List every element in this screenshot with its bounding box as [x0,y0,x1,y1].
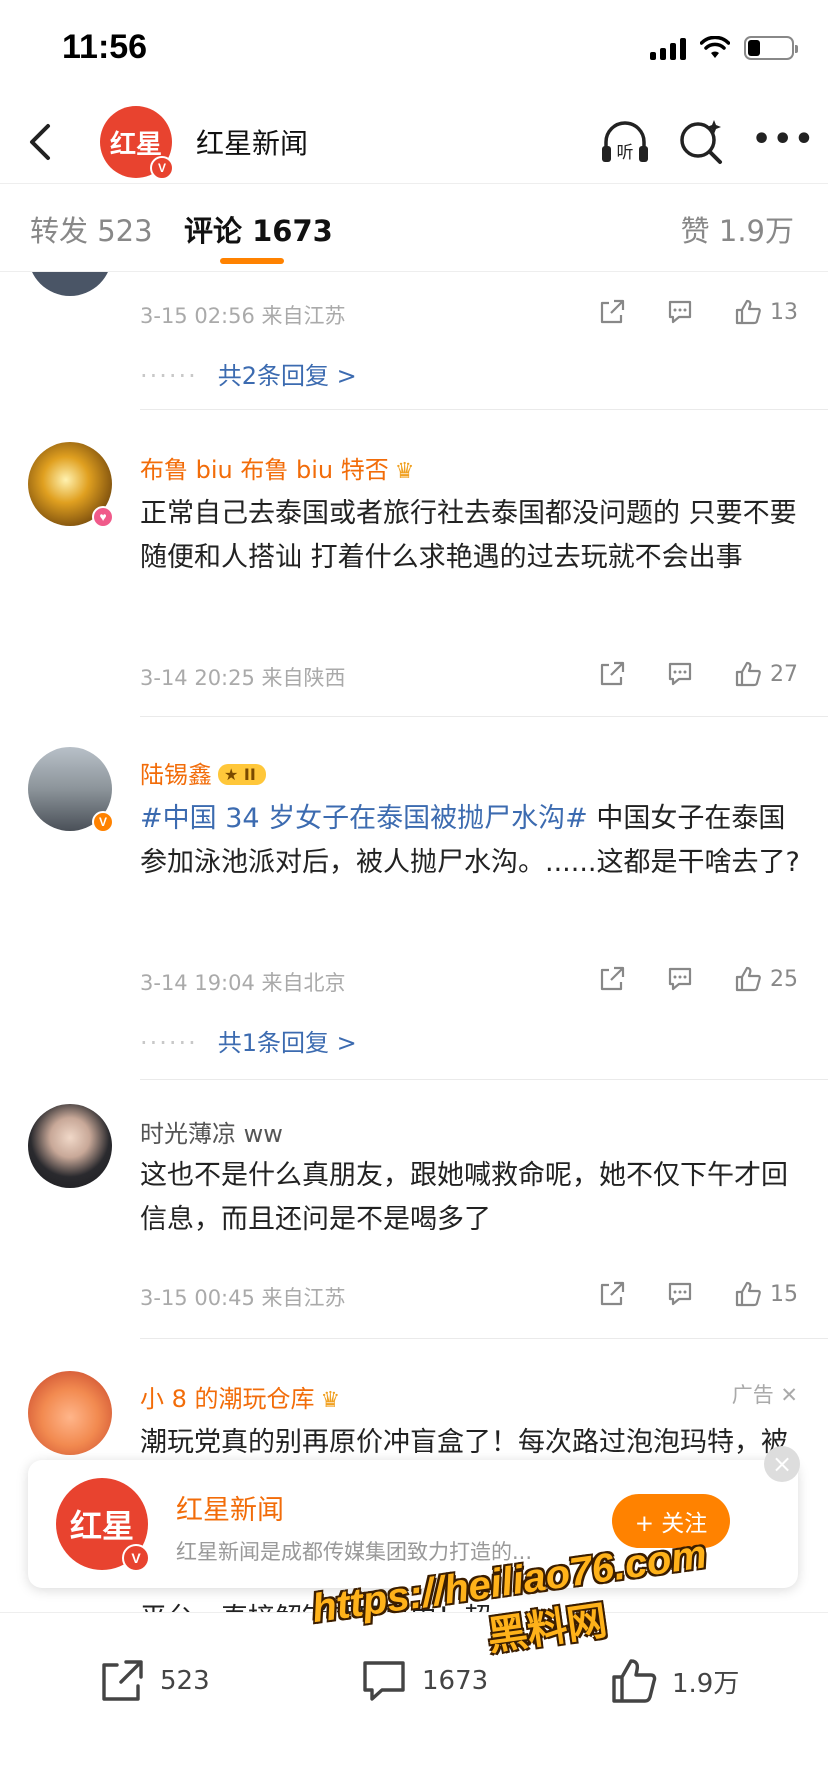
view-replies-link[interactable]: ······ 共2条回复 > [140,356,357,391]
avatar[interactable] [28,272,112,296]
close-icon[interactable]: × [764,1446,800,1482]
close-icon[interactable]: ✕ [780,1383,798,1407]
svg-text:听: 听 [617,143,634,163]
divider [140,1079,828,1080]
comment-icon[interactable] [666,965,694,993]
view-replies-link[interactable]: ······ 共1条回复 > [140,1023,357,1058]
share-icon[interactable] [598,1280,626,1308]
battery-icon [744,36,798,60]
crown-icon: ♛ [394,459,415,484]
comment-icon[interactable] [666,298,694,326]
tab-comment[interactable]: 评论 1673 [184,208,333,250]
repost-count: 523 [160,1666,210,1696]
topic-link[interactable]: #中国 34 岁女子在泰国被抛尸水沟# [140,803,588,834]
replies-label: 共2条回复 > [217,362,357,390]
ad-label-text: 广告 [731,1383,774,1407]
account-name[interactable]: 红星新闻 [196,122,308,162]
bottom-action-bar: 523 1673 1.9万 [0,1612,828,1792]
reply-dots: ······ [140,362,198,390]
follow-card[interactable]: 红星 V 红星新闻 红星新闻是成都传媒集团致力打造的... + 关注 × [28,1446,800,1588]
comment-count: 1673 [422,1666,489,1696]
tab-repost[interactable]: 转发 523 [30,208,153,250]
comment-button[interactable]: 1673 [360,1657,488,1705]
like-count: 25 [770,966,798,992]
username[interactable]: 小 8 的潮玩仓库 ♛ [140,1379,340,1414]
tab-like[interactable]: 赞 1.9万 [681,208,794,250]
more-icon[interactable]: ••• [752,125,816,155]
listen-icon[interactable]: 听 [598,116,652,168]
repost-icon [102,1660,143,1701]
comment-meta: 3-15 02:56 来自江苏 [140,304,346,328]
ad-label[interactable]: 广告 ✕ [732,1379,798,1409]
avatar[interactable] [28,1104,112,1188]
verified-badge: V [92,811,114,833]
account-avatar[interactable]: 红星 V [100,106,174,180]
avatar[interactable]: ♥ [28,442,114,528]
follow-card-name[interactable]: 红星新闻 [176,1488,284,1527]
divider [140,716,828,717]
like-icon[interactable] [734,965,762,993]
nav-bar: 红星 V 红星新闻 听 ••• [0,100,828,184]
tab-bar: 转发 523 评论 1673 赞 1.9万 [0,184,828,272]
username-text: 陆锡鑫 [140,761,212,789]
like-count: 1.9万 [672,1668,740,1699]
like-icon[interactable] [734,660,762,688]
comment-meta: 3-15 00:45 来自江苏 [140,1286,346,1310]
like-icon[interactable] [734,1280,762,1308]
comment-icon[interactable] [666,660,694,688]
status-icons [650,36,798,60]
like-count: 15 [770,1281,798,1307]
avatar-logo-text: 红星 [109,129,162,160]
username[interactable]: 布鲁 biu 布鲁 biu 特否 ♛ [140,450,414,485]
status-bar: 11:56 [0,0,828,100]
comment-actions: 13 [558,298,798,326]
reply-dots: ······ [140,1029,198,1057]
comment-text: 这也不是什么真朋友，跟她喊救命呢，她不仅下午才回信息，而且还问是不是喝多了 [140,1160,788,1235]
like-button[interactable]: 1.9万 [610,1657,739,1705]
like-count: 13 [770,299,798,325]
like-icon [612,1659,657,1703]
username-text: 小 8 的潮玩仓库 [140,1385,315,1413]
like-count: 27 [770,661,798,687]
username[interactable]: 陆锡鑫 ★ II [140,755,266,790]
comment-text: 正常自己去泰国或者旅行社去泰国都没问题的 只要不要随便和人搭讪 打着什么求艳遇的… [140,498,797,573]
follow-card-description: 红星新闻是成都传媒集团致力打造的... [176,1540,533,1564]
username-text: 布鲁 biu 布鲁 biu 特否 [140,456,389,484]
share-icon[interactable] [598,660,626,688]
comment-actions: 25 [558,965,798,993]
divider [140,1338,828,1339]
active-tab-indicator [220,258,284,264]
verified-badge: V [122,1544,150,1572]
share-icon[interactable] [598,965,626,993]
share-icon[interactable] [598,298,626,326]
replies-label: 共1条回复 > [217,1029,357,1057]
cellular-signal-icon [650,36,686,60]
member-badge: ♥ [92,506,114,528]
avatar[interactable]: V [28,747,114,833]
comment-meta: 3-14 20:25 来自陕西 [140,666,346,690]
comment-actions: 15 [558,1280,798,1308]
avatar[interactable] [28,1371,112,1455]
crown-icon: ♛ [320,1388,341,1413]
follow-button[interactable]: + 关注 [612,1494,730,1548]
comment-text: #中国 34 岁女子在泰国被抛尸水沟# 中国女子在泰国参加泳池派对后，被人抛尸水… [140,797,800,885]
username[interactable]: 时光薄凉 ww [140,1114,283,1149]
status-time: 11:56 [62,28,148,66]
comment-actions: 27 [558,660,798,688]
vip-level-badge: ★ II [218,764,266,785]
comment-icon[interactable] [666,1280,694,1308]
avatar-logo-text: 红星 [69,1507,134,1545]
search-icon[interactable] [676,116,726,166]
repost-button[interactable]: 523 [98,1657,210,1705]
follow-card-avatar[interactable]: 红星 V [56,1478,150,1572]
comment-icon [363,1661,405,1701]
comment-list: 3-15 02:56 来自江苏 13 ······ 共2条回复 > ♥ 布鲁 bi… [0,272,828,1612]
back-icon[interactable] [22,120,62,164]
comment-meta: 3-14 19:04 来自北京 [140,971,346,995]
like-icon[interactable] [734,298,762,326]
verified-badge: V [150,156,174,180]
wifi-icon [700,36,730,58]
divider [140,409,828,410]
